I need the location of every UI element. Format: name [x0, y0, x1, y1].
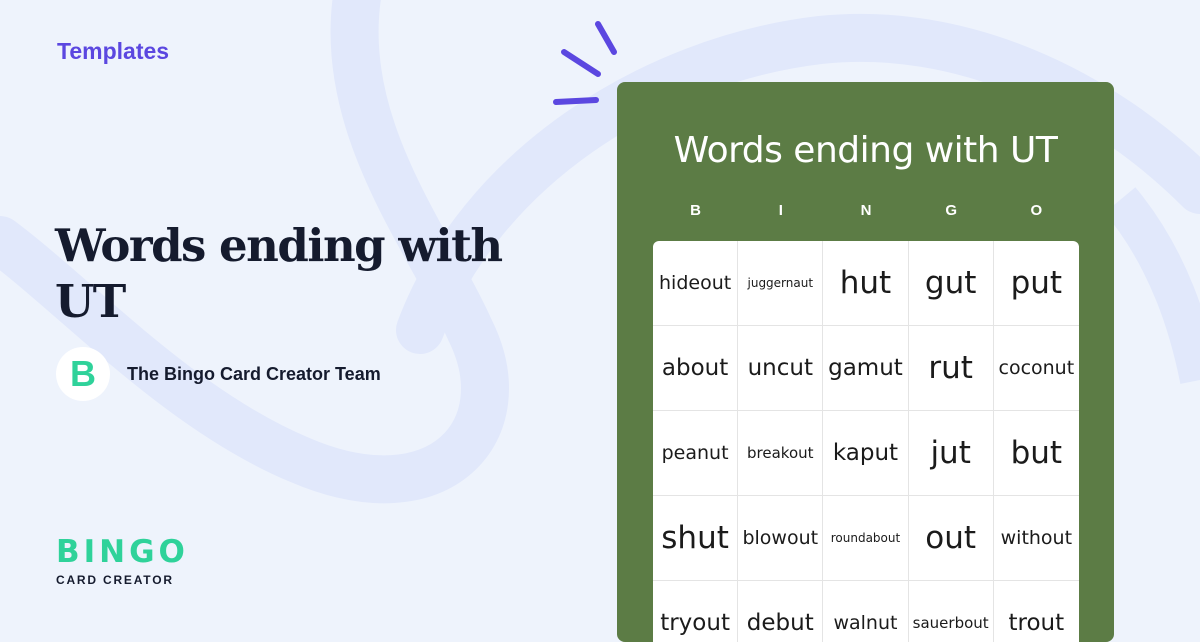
bingo-cell: juggernaut [738, 241, 824, 326]
bingo-cell: uncut [738, 326, 824, 411]
bingo-cell: walnut [823, 581, 909, 642]
bingo-cell: coconut [993, 326, 1079, 411]
bingo-letter: N [860, 202, 872, 219]
author-byline: B The Bingo Card Creator Team [56, 347, 381, 401]
brand-logo[interactable]: BINGO CARD CREATOR [56, 534, 189, 587]
bingo-letter: B [690, 202, 702, 219]
author-name: The Bingo Card Creator Team [127, 363, 381, 384]
bingo-cell: about [653, 326, 739, 411]
brand-logo-word: BINGO [56, 534, 189, 570]
bingo-cell: hideout [653, 241, 739, 326]
bingo-card-preview[interactable]: Words ending with UT B I N G O hideout jugger… [617, 82, 1114, 642]
bingo-letter: I [778, 202, 783, 219]
bingo-header-letters: BINGO [653, 202, 1079, 219]
bingo-cell: out [908, 496, 994, 581]
bingo-letter: G [945, 202, 958, 219]
bingo-letter: O [1030, 202, 1043, 219]
bingo-cell: gamut [823, 326, 909, 411]
bingo-cell: hut [823, 241, 909, 326]
bingo-cell: breakout [738, 411, 824, 496]
avatar: B [56, 347, 110, 401]
spark-lines-icon [553, 21, 617, 105]
bingo-cell: debut [738, 581, 824, 642]
bingo-cell: kaput [823, 411, 909, 496]
bingo-card-title: Words ending with UT [673, 130, 1058, 171]
bingo-cell: without [993, 496, 1079, 581]
bingo-cell: gut [908, 241, 994, 326]
bingo-cell: jut [908, 411, 994, 496]
bingo-cell: trout [994, 581, 1079, 642]
bingo-cell: blowout [738, 496, 824, 581]
bingo-cell: sauerbout [909, 581, 994, 642]
page-title: Words ending with UT [55, 219, 503, 328]
bingo-cell: tryout [653, 581, 739, 642]
bingo-cell: roundabout [823, 496, 909, 581]
bingo-cell: put [993, 241, 1079, 326]
brand-logo-subtitle: CARD CREATOR [56, 573, 174, 587]
bingo-cell: shut [653, 496, 739, 581]
avatar-initial: B [70, 353, 96, 394]
category-link[interactable]: Templates [57, 38, 169, 65]
bingo-cell: but [993, 411, 1079, 496]
bingo-cell: peanut [653, 411, 739, 496]
bingo-cell: rut [908, 326, 994, 411]
bingo-grid: hideout juggernaut hut gut put about uncut gamu… [653, 241, 1079, 642]
